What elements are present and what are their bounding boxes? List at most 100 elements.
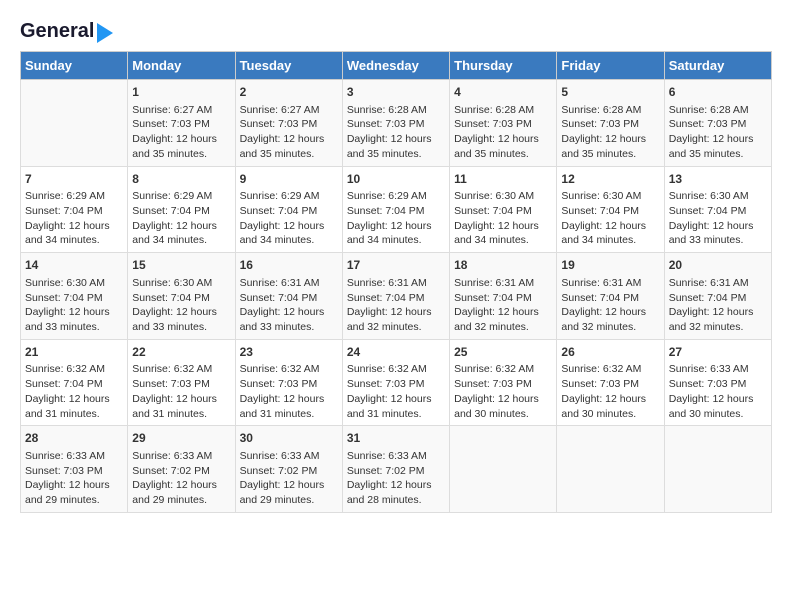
day-number: 8 (132, 171, 230, 188)
logo-triangle-icon (97, 23, 113, 43)
calendar-week-row: 28 Sunrise: 6:33 AM Sunset: 7:03 PM Dayli… (21, 426, 772, 513)
calendar-table: Sunday Monday Tuesday Wednesday Thursday… (20, 51, 772, 513)
day-number: 7 (25, 171, 123, 188)
calendar-cell (21, 80, 128, 167)
day-number: 20 (669, 257, 767, 274)
calendar-week-row: 14 Sunrise: 6:30 AM Sunset: 7:04 PM Dayli… (21, 253, 772, 340)
day-info: Sunrise: 6:29 AM Sunset: 7:04 PM Dayligh… (347, 189, 445, 248)
calendar-cell: 14 Sunrise: 6:30 AM Sunset: 7:04 PM Dayli… (21, 253, 128, 340)
day-info: Sunrise: 6:27 AM Sunset: 7:03 PM Dayligh… (132, 103, 230, 162)
day-info: Sunrise: 6:33 AM Sunset: 7:02 PM Dayligh… (132, 449, 230, 508)
day-number: 14 (25, 257, 123, 274)
day-number: 12 (561, 171, 659, 188)
calendar-cell: 12Sunrise: 6:30 AM Sunset: 7:04 PM Dayli… (557, 166, 664, 253)
calendar-week-row: 21Sunrise: 6:32 AM Sunset: 7:04 PM Dayli… (21, 339, 772, 426)
calendar-cell: 28 Sunrise: 6:33 AM Sunset: 7:03 PM Dayli… (21, 426, 128, 513)
calendar-cell: 4 Sunrise: 6:28 AM Sunset: 7:03 PM Daylig… (450, 80, 557, 167)
day-info: Sunrise: 6:32 AM Sunset: 7:03 PM Dayligh… (454, 362, 552, 421)
calendar-week-row: 7Sunrise: 6:29 AM Sunset: 7:04 PM Daylig… (21, 166, 772, 253)
calendar-cell: 5 Sunrise: 6:28 AM Sunset: 7:03 PM Daylig… (557, 80, 664, 167)
header-monday: Monday (128, 52, 235, 80)
day-info: Sunrise: 6:30 AM Sunset: 7:04 PM Dayligh… (561, 189, 659, 248)
day-info: Sunrise: 6:31 AM Sunset: 7:04 PM Dayligh… (669, 276, 767, 335)
calendar-cell: 10Sunrise: 6:29 AM Sunset: 7:04 PM Dayli… (342, 166, 449, 253)
calendar-cell: 13Sunrise: 6:30 AM Sunset: 7:04 PM Dayli… (664, 166, 771, 253)
calendar-cell: 18Sunrise: 6:31 AM Sunset: 7:04 PM Dayli… (450, 253, 557, 340)
calendar-cell: 24Sunrise: 6:32 AM Sunset: 7:03 PM Dayli… (342, 339, 449, 426)
header-tuesday: Tuesday (235, 52, 342, 80)
day-info: Sunrise: 6:29 AM Sunset: 7:04 PM Dayligh… (132, 189, 230, 248)
day-info: Sunrise: 6:32 AM Sunset: 7:03 PM Dayligh… (347, 362, 445, 421)
day-info: Sunrise: 6:31 AM Sunset: 7:04 PM Dayligh… (240, 276, 338, 335)
calendar-cell: 15 Sunrise: 6:30 AM Sunset: 7:04 PM Dayli… (128, 253, 235, 340)
calendar-cell (450, 426, 557, 513)
day-info: Sunrise: 6:32 AM Sunset: 7:03 PM Dayligh… (561, 362, 659, 421)
day-number: 30 (240, 430, 338, 447)
calendar-cell: 8Sunrise: 6:29 AM Sunset: 7:04 PM Daylig… (128, 166, 235, 253)
day-info: Sunrise: 6:30 AM Sunset: 7:04 PM Dayligh… (669, 189, 767, 248)
day-number: 22 (132, 344, 230, 361)
calendar-cell: 1 Sunrise: 6:27 AM Sunset: 7:03 PM Daylig… (128, 80, 235, 167)
day-number: 26 (561, 344, 659, 361)
calendar-cell: 22Sunrise: 6:32 AM Sunset: 7:03 PM Dayli… (128, 339, 235, 426)
header-wednesday: Wednesday (342, 52, 449, 80)
day-info: Sunrise: 6:32 AM Sunset: 7:04 PM Dayligh… (25, 362, 123, 421)
day-info: Sunrise: 6:30 AM Sunset: 7:04 PM Dayligh… (132, 276, 230, 335)
calendar-cell: 27Sunrise: 6:33 AM Sunset: 7:03 PM Dayli… (664, 339, 771, 426)
day-info: Sunrise: 6:32 AM Sunset: 7:03 PM Dayligh… (132, 362, 230, 421)
calendar-cell (664, 426, 771, 513)
day-info: Sunrise: 6:32 AM Sunset: 7:03 PM Dayligh… (240, 362, 338, 421)
calendar-cell: 17Sunrise: 6:31 AM Sunset: 7:04 PM Dayli… (342, 253, 449, 340)
calendar-week-row: 1 Sunrise: 6:27 AM Sunset: 7:03 PM Daylig… (21, 80, 772, 167)
day-info: Sunrise: 6:33 AM Sunset: 7:02 PM Dayligh… (347, 449, 445, 508)
day-info: Sunrise: 6:30 AM Sunset: 7:04 PM Dayligh… (25, 276, 123, 335)
day-number: 1 (132, 84, 230, 101)
day-info: Sunrise: 6:29 AM Sunset: 7:04 PM Dayligh… (240, 189, 338, 248)
day-info: Sunrise: 6:30 AM Sunset: 7:04 PM Dayligh… (454, 189, 552, 248)
day-number: 23 (240, 344, 338, 361)
day-number: 2 (240, 84, 338, 101)
header-friday: Friday (557, 52, 664, 80)
day-number: 3 (347, 84, 445, 101)
day-number: 21 (25, 344, 123, 361)
day-number: 29 (132, 430, 230, 447)
calendar-cell: 11Sunrise: 6:30 AM Sunset: 7:04 PM Dayli… (450, 166, 557, 253)
day-info: Sunrise: 6:28 AM Sunset: 7:03 PM Dayligh… (561, 103, 659, 162)
day-number: 19 (561, 257, 659, 274)
calendar-cell: 3Sunrise: 6:28 AM Sunset: 7:03 PM Daylig… (342, 80, 449, 167)
day-info: Sunrise: 6:29 AM Sunset: 7:04 PM Dayligh… (25, 189, 123, 248)
day-number: 6 (669, 84, 767, 101)
day-number: 5 (561, 84, 659, 101)
day-number: 18 (454, 257, 552, 274)
day-info: Sunrise: 6:28 AM Sunset: 7:03 PM Dayligh… (454, 103, 552, 162)
calendar-cell: 20 Sunrise: 6:31 AM Sunset: 7:04 PM Dayli… (664, 253, 771, 340)
day-number: 16 (240, 257, 338, 274)
header-sunday: Sunday (21, 52, 128, 80)
calendar-cell: 7Sunrise: 6:29 AM Sunset: 7:04 PM Daylig… (21, 166, 128, 253)
calendar-cell: 16 Sunrise: 6:31 AM Sunset: 7:04 PM Dayli… (235, 253, 342, 340)
calendar-cell: 6 Sunrise: 6:28 AM Sunset: 7:03 PM Daylig… (664, 80, 771, 167)
day-number: 11 (454, 171, 552, 188)
header-saturday: Saturday (664, 52, 771, 80)
day-number: 4 (454, 84, 552, 101)
day-info: Sunrise: 6:33 AM Sunset: 7:03 PM Dayligh… (669, 362, 767, 421)
day-number: 9 (240, 171, 338, 188)
calendar-cell: 31 Sunrise: 6:33 AM Sunset: 7:02 PM Dayli… (342, 426, 449, 513)
day-info: Sunrise: 6:28 AM Sunset: 7:03 PM Dayligh… (669, 103, 767, 162)
day-number: 24 (347, 344, 445, 361)
calendar-cell: 26Sunrise: 6:32 AM Sunset: 7:03 PM Dayli… (557, 339, 664, 426)
day-number: 17 (347, 257, 445, 274)
calendar-cell: 25Sunrise: 6:32 AM Sunset: 7:03 PM Dayli… (450, 339, 557, 426)
logo: General (20, 20, 113, 41)
header-thursday: Thursday (450, 52, 557, 80)
day-number: 28 (25, 430, 123, 447)
calendar-header-row: Sunday Monday Tuesday Wednesday Thursday… (21, 52, 772, 80)
day-info: Sunrise: 6:31 AM Sunset: 7:04 PM Dayligh… (561, 276, 659, 335)
calendar-cell: 19 Sunrise: 6:31 AM Sunset: 7:04 PM Dayli… (557, 253, 664, 340)
day-info: Sunrise: 6:33 AM Sunset: 7:03 PM Dayligh… (25, 449, 123, 508)
calendar-cell: 21Sunrise: 6:32 AM Sunset: 7:04 PM Dayli… (21, 339, 128, 426)
calendar-cell: 23Sunrise: 6:32 AM Sunset: 7:03 PM Dayli… (235, 339, 342, 426)
day-number: 15 (132, 257, 230, 274)
day-number: 31 (347, 430, 445, 447)
calendar-cell (557, 426, 664, 513)
